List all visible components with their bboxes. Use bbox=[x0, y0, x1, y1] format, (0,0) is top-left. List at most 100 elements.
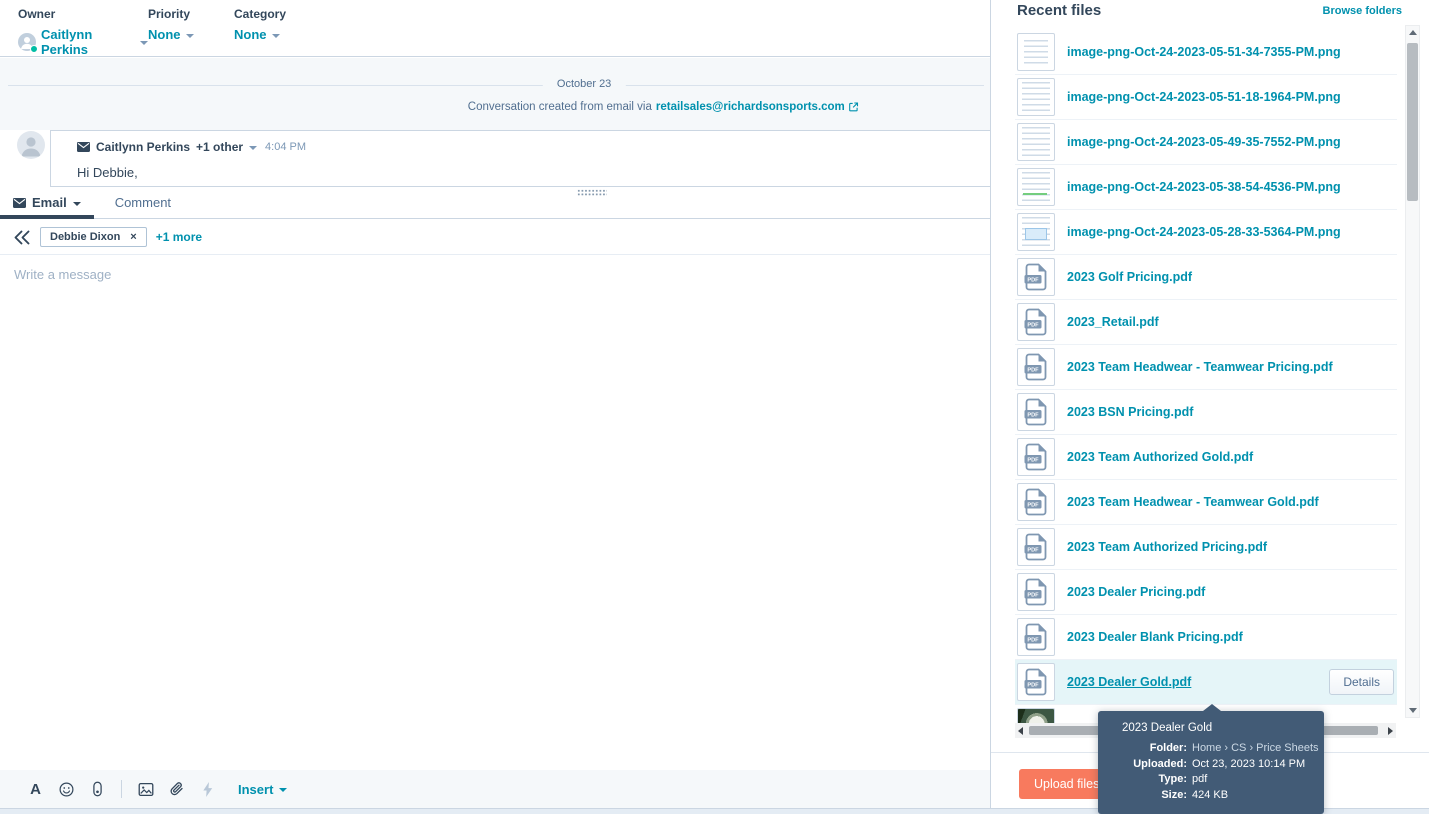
pdf-icon: PDF bbox=[1024, 263, 1047, 291]
chevron-down-icon bbox=[271, 33, 280, 38]
owner-dropdown[interactable]: Caitlynn Perkins bbox=[18, 27, 148, 57]
file-thumbnail: PDF bbox=[1017, 348, 1055, 386]
sender-avatar bbox=[17, 131, 45, 159]
format-text-icon[interactable]: A bbox=[27, 781, 44, 798]
file-link[interactable]: 2023 Team Authorized Gold.pdf bbox=[1067, 450, 1253, 464]
file-thumbnail bbox=[1017, 123, 1055, 161]
pdf-icon: PDF bbox=[1024, 353, 1047, 381]
priority-dropdown[interactable]: None bbox=[148, 27, 234, 42]
file-row[interactable]: PDF 2023 Dealer Blank Pricing.pdf bbox=[1015, 615, 1397, 660]
file-thumbnail: PDF bbox=[1017, 393, 1055, 431]
file-thumbnail: PDF bbox=[1017, 483, 1055, 521]
file-row[interactable]: PDF 2023 Dealer Pricing.pdf bbox=[1015, 570, 1397, 615]
file-row[interactable]: image-png-Oct-24-2023-05-49-35-7552-PM.p… bbox=[1015, 120, 1397, 165]
message-time: 4:04 PM bbox=[265, 141, 307, 153]
reply-all-icon[interactable] bbox=[13, 230, 31, 245]
file-link[interactable]: image-png-Oct-24-2023-05-38-54-4536-PM.p… bbox=[1067, 180, 1341, 194]
file-thumbnail bbox=[1017, 213, 1055, 251]
scroll-right-icon[interactable] bbox=[1388, 726, 1393, 735]
file-link[interactable]: image-png-Oct-24-2023-05-51-34-7355-PM.p… bbox=[1067, 45, 1341, 59]
emoji-icon[interactable] bbox=[58, 781, 75, 798]
file-thumbnail bbox=[1017, 78, 1055, 116]
file-row[interactable]: image-png-Oct-24-2023-05-38-54-4536-PM.p… bbox=[1015, 165, 1397, 210]
file-link[interactable]: 2023 Dealer Blank Pricing.pdf bbox=[1067, 630, 1243, 644]
category-dropdown[interactable]: None bbox=[234, 27, 286, 42]
tab-email[interactable]: Email bbox=[0, 187, 94, 219]
file-thumbnail: PDF bbox=[1017, 438, 1055, 476]
remove-recipient-icon[interactable]: × bbox=[130, 231, 136, 243]
owner-property: Owner Caitlynn Perkins bbox=[18, 7, 148, 57]
chevron-down-icon bbox=[185, 33, 194, 38]
chevron-down-icon bbox=[140, 41, 148, 45]
svg-text:PDF: PDF bbox=[1027, 458, 1039, 464]
file-thumbnail bbox=[1017, 33, 1055, 71]
file-row[interactable]: PDF 2023 Team Headwear - Teamwear Pricin… bbox=[1015, 345, 1397, 390]
email-source-link[interactable]: retailsales@richardsonsports.com bbox=[656, 101, 845, 113]
file-thumbnail: PDF bbox=[1017, 618, 1055, 656]
image-preview bbox=[1024, 40, 1048, 64]
scroll-down-icon[interactable] bbox=[1406, 704, 1419, 717]
attach-file-icon[interactable] bbox=[168, 781, 185, 798]
email-message-card[interactable]: Caitlynn Perkins +1 other 4:04 PM Hi Deb… bbox=[50, 130, 990, 187]
file-thumbnail bbox=[1017, 168, 1055, 206]
file-row[interactable]: PDF 2023 Team Authorized Pricing.pdf bbox=[1015, 525, 1397, 570]
message-editor[interactable]: Write a message bbox=[0, 256, 990, 770]
image-preview bbox=[1022, 217, 1050, 247]
tab-comment[interactable]: Comment bbox=[102, 187, 184, 218]
file-link[interactable]: 2023 Team Headwear - Teamwear Gold.pdf bbox=[1067, 495, 1319, 509]
file-link[interactable]: 2023 BSN Pricing.pdf bbox=[1067, 405, 1193, 419]
file-link[interactable]: 2023 Dealer Gold.pdf bbox=[1067, 675, 1191, 689]
scroll-up-icon[interactable] bbox=[1406, 26, 1419, 39]
file-link[interactable]: image-png-Oct-24-2023-05-51-18-1964-PM.p… bbox=[1067, 90, 1341, 104]
insert-image-icon[interactable] bbox=[137, 781, 154, 798]
scroll-left-icon[interactable] bbox=[1018, 726, 1023, 735]
pdf-icon: PDF bbox=[1024, 398, 1047, 426]
chevron-down-icon[interactable] bbox=[249, 146, 258, 150]
svg-text:PDF: PDF bbox=[1027, 413, 1039, 419]
svg-text:PDF: PDF bbox=[1027, 548, 1039, 554]
file-thumbnail: PDF bbox=[1017, 258, 1055, 296]
vertical-scroll-thumb[interactable] bbox=[1407, 43, 1418, 201]
file-row[interactable]: image-png-Oct-24-2023-05-51-34-7355-PM.p… bbox=[1015, 30, 1397, 75]
file-row[interactable]: PDF 2023 Golf Pricing.pdf bbox=[1015, 255, 1397, 300]
vertical-scrollbar[interactable] bbox=[1405, 25, 1420, 718]
more-recipients-link[interactable]: +1 more bbox=[156, 230, 202, 244]
browse-folders-link[interactable]: Browse folders bbox=[1323, 5, 1402, 17]
insert-dropdown[interactable]: Insert bbox=[238, 781, 288, 797]
file-link[interactable]: image-png-Oct-24-2023-05-49-35-7552-PM.p… bbox=[1067, 135, 1341, 149]
file-row[interactable]: image-png-Oct-24-2023-05-28-33-5364-PM.p… bbox=[1015, 210, 1397, 255]
files-panel-header: Recent files Browse folders bbox=[1017, 2, 1402, 19]
drag-handle[interactable] bbox=[577, 189, 607, 196]
file-row[interactable]: PDF 2023 Team Authorized Gold.pdf bbox=[1015, 435, 1397, 480]
file-link[interactable]: 2023 Dealer Pricing.pdf bbox=[1067, 585, 1205, 599]
message-body: Hi Debbie, bbox=[77, 165, 138, 180]
pdf-icon: PDF bbox=[1024, 533, 1047, 561]
svg-text:PDF: PDF bbox=[1027, 278, 1039, 284]
recent-files-panel: Recent files Browse folders image-png-Oc… bbox=[990, 0, 1429, 814]
file-link[interactable]: 2023_Retail.pdf bbox=[1067, 315, 1159, 329]
category-label: Category bbox=[234, 7, 287, 21]
recipients-row: Debbie Dixon × +1 more bbox=[0, 220, 990, 255]
insert-label: Insert bbox=[238, 781, 274, 797]
file-row[interactable]: PDF 2023 BSN Pricing.pdf bbox=[1015, 390, 1397, 435]
file-link[interactable]: 2023 Team Headwear - Teamwear Pricing.pd… bbox=[1067, 360, 1333, 374]
file-link[interactable]: 2023 Team Authorized Pricing.pdf bbox=[1067, 540, 1267, 554]
helpdesk-view: Owner Caitlynn Perkins Priority None Cat… bbox=[0, 0, 1429, 814]
personalization-token-icon[interactable] bbox=[89, 781, 106, 798]
vertical-scroll-track[interactable] bbox=[1407, 39, 1418, 704]
image-preview bbox=[1022, 82, 1050, 112]
file-row[interactable]: PDF 2023_Retail.pdf bbox=[1015, 300, 1397, 345]
file-row[interactable]: PDF 2023 Team Headwear - Teamwear Gold.p… bbox=[1015, 480, 1397, 525]
recipient-chip[interactable]: Debbie Dixon × bbox=[40, 227, 147, 247]
file-row[interactable]: image-png-Oct-24-2023-05-51-18-1964-PM.p… bbox=[1015, 75, 1397, 120]
priority-property: Priority None bbox=[148, 7, 234, 56]
details-button[interactable]: Details bbox=[1329, 669, 1394, 695]
file-link[interactable]: image-png-Oct-24-2023-05-28-33-5364-PM.p… bbox=[1067, 225, 1341, 239]
file-row[interactable]: PDF 2023 Dealer Gold.pdf Details bbox=[1015, 660, 1397, 705]
file-link[interactable]: 2023 Golf Pricing.pdf bbox=[1067, 270, 1192, 284]
message-sender: Caitlynn Perkins bbox=[96, 140, 191, 154]
composer-toolbar: A Insert bbox=[0, 770, 990, 808]
svg-text:PDF: PDF bbox=[1027, 368, 1039, 374]
conversation-panel: Owner Caitlynn Perkins Priority None Cat… bbox=[0, 0, 990, 814]
pdf-icon: PDF bbox=[1024, 443, 1047, 471]
